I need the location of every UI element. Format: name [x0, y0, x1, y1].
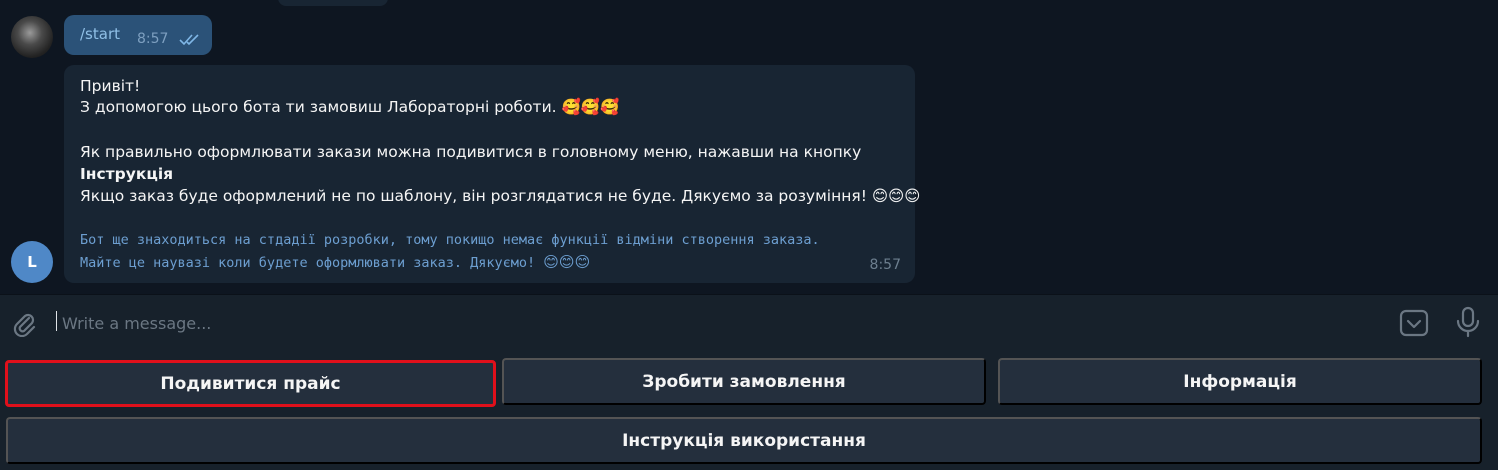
- double-check-icon: [179, 34, 199, 46]
- message-composer: [0, 294, 1498, 351]
- paperclip-icon[interactable]: [10, 309, 38, 337]
- dev-note-line-1: Бот ще знаходиться на стдадії розробки, …: [80, 232, 820, 248]
- instruction-keyword: Інструкція: [80, 165, 174, 183]
- smiling-emoji: 😊😊😊: [871, 187, 921, 205]
- bot-reply-keyboard: Подивитися прайс Зробити замовлення Інфо…: [0, 350, 1498, 470]
- dev-note-text: Майте це наувазі коли будете оформлювати…: [80, 255, 536, 271]
- chat-history: /start 8:57 L Привіт! З допомогою цього …: [0, 0, 1498, 294]
- microphone-icon[interactable]: [1452, 305, 1484, 339]
- information-button[interactable]: Інформація: [998, 358, 1482, 405]
- warning-text: Якщо заказ буде оформлений не по шаблону…: [80, 187, 867, 205]
- dev-note-line-2: Майте це наувазі коли будете оформлювати…: [80, 253, 590, 271]
- outgoing-message[interactable]: /start 8:57: [64, 15, 212, 55]
- text-cursor: [56, 311, 57, 331]
- outgoing-message-time: 8:57: [137, 31, 169, 47]
- message-input[interactable]: [60, 305, 1364, 341]
- intro-text: З допомогою цього бота ти замовиш Лабора…: [80, 98, 557, 116]
- instruction-text: Як правильно оформлювати закази можна по…: [80, 143, 862, 161]
- make-order-button[interactable]: Зробити замовлення: [502, 358, 986, 405]
- user-avatar[interactable]: [11, 16, 53, 58]
- bot-keyboard-toggle-icon[interactable]: [1398, 307, 1430, 339]
- view-price-button[interactable]: Подивитися прайс: [5, 360, 496, 407]
- usage-instructions-button[interactable]: Інструкція використання: [6, 417, 1482, 464]
- smiling-hearts-emoji: 🥰🥰🥰: [561, 98, 620, 116]
- incoming-message-time: 8:57: [869, 257, 901, 273]
- incoming-message[interactable]: Привіт! З допомогою цього бота ти замови…: [64, 65, 920, 283]
- previous-message-fragment: [278, 0, 388, 6]
- bot-avatar[interactable]: L: [11, 241, 53, 283]
- warning-line: Якщо заказ буде оформлений не по шаблону…: [80, 185, 920, 207]
- intro-line: З допомогою цього бота ти замовиш Лабора…: [80, 96, 619, 118]
- outgoing-message-text: /start: [80, 25, 120, 43]
- greeting-text: Привіт!: [80, 77, 141, 95]
- smiling-emoji-2: 😊😊😊: [543, 253, 591, 271]
